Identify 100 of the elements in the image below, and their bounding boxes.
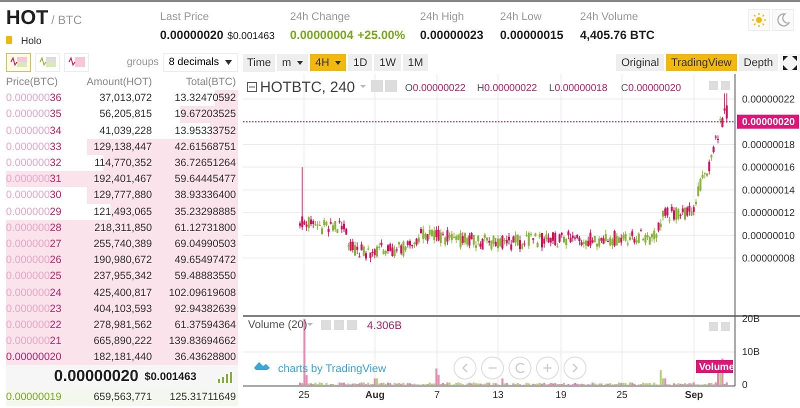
chart-view-tab[interactable]: Depth	[738, 54, 778, 71]
ask-row[interactable]: 0.00000021 665,890,222 139.83694662	[6, 333, 238, 350]
time-axis-label: Sep	[684, 390, 704, 401]
ask-amount: 37,013,072	[98, 92, 152, 104]
ask-amount: 404,103,593	[92, 302, 152, 315]
interval-tab[interactable]: 1M	[402, 54, 428, 71]
signal-icon	[218, 372, 232, 383]
column-header: Price(BTC)	[6, 76, 59, 88]
chart-view-tab[interactable]: TradingView	[666, 54, 737, 71]
ask-total: 102.09619608	[168, 286, 237, 299]
ask-price: 0.00000027	[6, 238, 62, 250]
ohlc-value: L0.00000018	[549, 83, 608, 94]
collapse-icon[interactable]	[247, 82, 257, 92]
zoom-out-button[interactable]	[481, 356, 504, 380]
ask-row[interactable]: 0.00000031 192,401,467 59.64445477	[6, 171, 238, 188]
ask-row[interactable]: 0.00000020 182,181,440 36.43628800	[6, 349, 238, 366]
ask-price: 0.00000032	[6, 157, 62, 170]
moon-icon[interactable]	[772, 9, 794, 31]
ask-price: 0.00000020	[6, 351, 62, 364]
stat-label: 24h Volume	[580, 11, 640, 23]
ask-amount: 114,770,352	[93, 157, 152, 170]
ask-price: 0.00000031	[6, 173, 62, 186]
depth-chart-icon	[10, 56, 28, 68]
interval-tab[interactable]: 4H	[310, 54, 346, 71]
caret-icon[interactable]	[307, 323, 313, 326]
chart-view-tab[interactable]: Original	[616, 54, 664, 71]
ask-amount: 192,401,467	[92, 173, 152, 186]
ask-price: 0.00000036	[6, 92, 62, 104]
last-price-tag: 0.00000020	[737, 114, 799, 129]
ohlc-value: O0.00000022	[405, 83, 466, 94]
ask-amount: 182,181,440	[92, 351, 152, 364]
ask-total: 59.64445477	[174, 173, 237, 186]
ask-row[interactable]: 0.00000024 425,400,817 102.09619608	[6, 284, 238, 301]
caret-icon[interactable]	[360, 85, 366, 88]
ask-row[interactable]: 0.00000025 237,955,342 59.48883550	[6, 268, 238, 284]
quote-currency: / BTC	[51, 13, 82, 27]
ask-price: 0.00000035	[6, 108, 62, 120]
ask-row[interactable]: 0.00000022 278,981,562 61.37594364	[6, 316, 238, 333]
interval-tab[interactable]: 1D	[348, 54, 372, 71]
ask-row[interactable]: 0.00000029 121,493,065 35.23298885	[6, 204, 238, 220]
scroll-left-button[interactable]	[454, 356, 476, 380]
ask-total: 36.43628800	[174, 351, 237, 364]
ask-amount: 129,777,880	[92, 189, 152, 202]
ask-amount: 56,205,815	[98, 108, 152, 120]
ask-row[interactable]: 0.00000026 190,980,672 49.65497472	[6, 252, 238, 268]
bid-amount: 659,563,771	[92, 391, 152, 404]
time-axis-label: Aug	[365, 390, 385, 401]
ask-amount: 665,890,222	[92, 335, 152, 348]
reset-button[interactable]	[508, 356, 532, 380]
ask-row[interactable]: 0.00000027 255,740,389 69.04990503	[6, 236, 238, 252]
stat-value: 4,405.76 BTC	[580, 28, 655, 42]
time-axis-label: 25	[616, 390, 628, 401]
ask-total: 59.48883550	[174, 270, 237, 282]
price-axis-label: 0.00000014	[742, 185, 795, 196]
ask-row[interactable]: 0.00000035 56,205,815 19.67203525	[6, 106, 238, 123]
ask-row[interactable]: 0.00000033 129,138,447 42.61568751	[6, 138, 238, 155]
time-axis-label: 13	[492, 390, 504, 401]
coin-name: Holo	[21, 36, 42, 47]
volume-axis-label: 20B	[742, 314, 760, 325]
ask-row[interactable]: 0.00000023 404,103,593 92.94382639	[6, 300, 238, 317]
ask-row[interactable]: 0.00000036 37,013,072 13.32470592	[6, 90, 238, 106]
price-axis-label: 0.00000016	[742, 162, 795, 174]
zoom-in-button[interactable]	[536, 356, 559, 380]
interval-tab[interactable]: m	[277, 54, 308, 71]
ask-price: 0.00000022	[6, 318, 62, 331]
ask-row[interactable]: 0.00000028 218,311,850 61.12731800	[6, 220, 238, 236]
ask-row[interactable]: 0.00000030 129,777,880 38.93336400	[6, 187, 238, 204]
orderbook-view-button[interactable]	[6, 52, 31, 72]
ask-amount: 278,981,562	[92, 318, 152, 331]
fullscreen-icon[interactable]	[780, 54, 800, 71]
ask-price: 0.00000033	[6, 140, 62, 153]
time-axis-label: 19	[555, 390, 567, 401]
sun-icon[interactable]	[748, 9, 770, 31]
ask-row[interactable]: 0.00000034 41,039,228 13.95333752	[6, 122, 238, 139]
ask-total: 61.37594364	[174, 318, 237, 331]
scroll-right-button[interactable]	[564, 356, 586, 380]
chart-symbol: HOTBTC, 240	[260, 79, 356, 96]
stat-value: 0.00000023	[420, 28, 484, 42]
stat-label: 24h Change	[290, 11, 351, 23]
stat-extra: $0.001463	[227, 31, 275, 42]
time-axis-label: 25	[298, 390, 310, 401]
ask-total: 36.72651264	[174, 157, 237, 170]
ask-total: 61.12731800	[174, 222, 237, 234]
price-axis-label: 0.00000012	[742, 208, 795, 220]
interval-tab[interactable]: 1W	[374, 54, 401, 71]
price-axis-label: 0.00000018	[742, 140, 795, 151]
price-axis-label: 0.00000008	[742, 254, 795, 265]
ask-total: 13.95333752	[174, 124, 237, 137]
ask-amount: 190,980,672	[92, 254, 152, 266]
caret-icon	[297, 60, 304, 64]
caret-icon	[335, 60, 342, 64]
stat-extra: +25.00%	[357, 28, 406, 42]
ask-price: 0.00000028	[6, 222, 62, 234]
ask-price: 0.00000024	[6, 286, 62, 299]
volume-axis-label: 0	[742, 380, 748, 391]
ask-amount: 255,740,389	[92, 238, 152, 250]
decimals-dropdown[interactable]: 8 decimals	[162, 52, 238, 72]
ask-row[interactable]: 0.00000032 114,770,352 36.72651264	[6, 154, 238, 172]
depth-chart-icon	[68, 56, 86, 68]
stat-label: 24h Low	[500, 11, 543, 23]
